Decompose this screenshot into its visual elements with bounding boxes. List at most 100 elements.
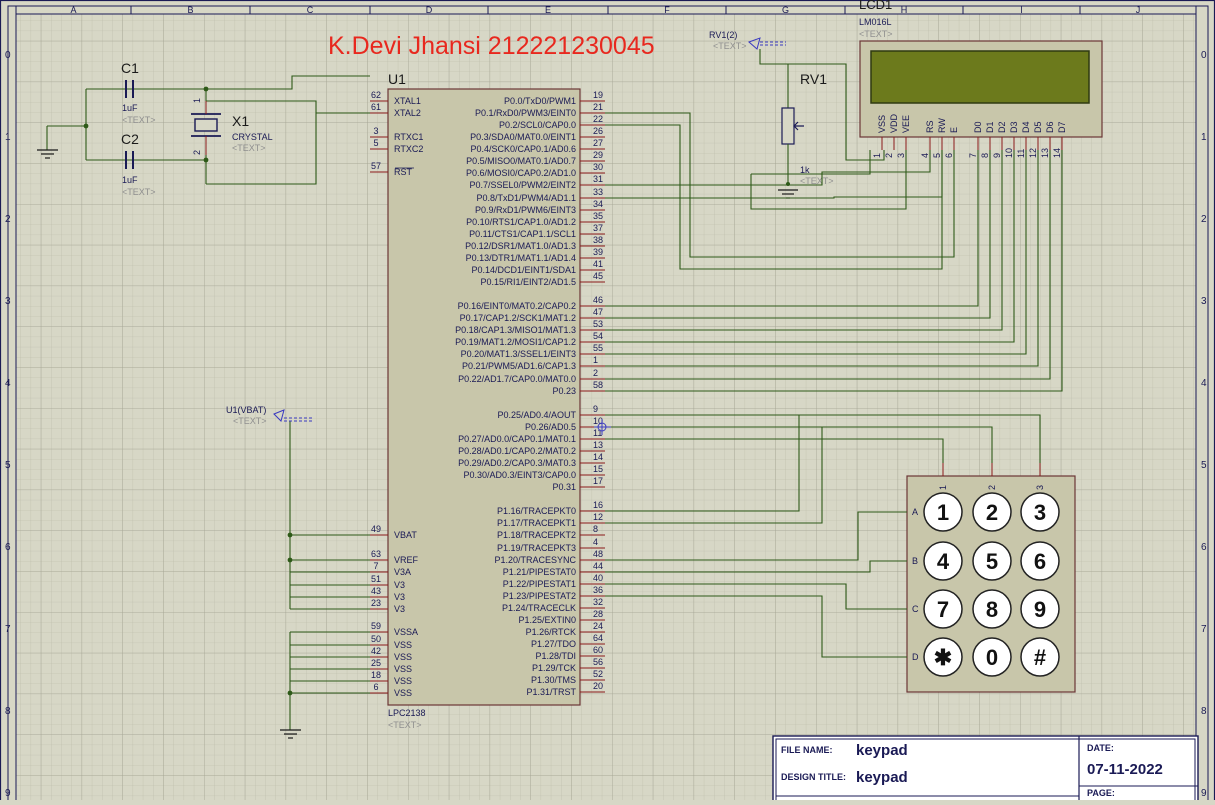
- u1-pin-name: RTXC2: [394, 144, 423, 154]
- u1-pin-name: P0.15/RI1/EINT2/AD1.5: [480, 277, 576, 287]
- u1-part: LPC2138: [388, 708, 426, 718]
- u1-pin-name: P0.25/AD0.4/AOUT: [497, 410, 576, 420]
- lcd-pin-number: 13: [1040, 148, 1050, 158]
- u1-pin-number: 48: [593, 549, 603, 559]
- ruler-row-label: 3: [5, 296, 11, 307]
- lcd-part: LM016L: [859, 17, 892, 27]
- keypad-key[interactable]: 9: [1021, 590, 1059, 628]
- u1-pin-name: VBAT: [394, 530, 417, 540]
- u1-pin-name: P0.17/CAP1.2/SCK1/MAT1.2: [460, 313, 576, 323]
- keypad-key[interactable]: 2: [973, 493, 1011, 531]
- keypad-key-label: 3: [1034, 500, 1046, 525]
- u1-pin-number: 16: [593, 500, 603, 510]
- keypad-key-label: 5: [986, 549, 998, 574]
- u1-pin-name: VSS: [394, 676, 412, 686]
- u1-pin-name: P0.9/RxD1/PWM6/EINT3: [475, 205, 576, 215]
- ruler-row-label: 3: [1201, 296, 1207, 307]
- ruler-row-label: 2: [1201, 214, 1207, 225]
- x1-ref: X1: [232, 113, 249, 129]
- u1-pin-name: VSS: [394, 652, 412, 662]
- lcd-pin-name: VEE: [901, 115, 911, 133]
- keypad-key[interactable]: 3: [1021, 493, 1059, 531]
- u1-pin-number: 61: [371, 102, 381, 112]
- keypad-key-label: 1: [937, 500, 949, 525]
- schematic-canvas[interactable]: ABCDEFGHIJK 00112233445566778899 K.Devi …: [0, 0, 1215, 800]
- u1-pin-name: P1.23/PIPESTAT2: [503, 591, 576, 601]
- keypad-key[interactable]: 5: [973, 542, 1011, 580]
- u1-pin-name: VREF: [394, 555, 419, 565]
- u1-pin-name: P0.10/RTS1/CAP1.0/AD1.2: [466, 217, 576, 227]
- u1-pin-name: V3: [394, 604, 405, 614]
- u1-pin-number: 29: [593, 150, 603, 160]
- u1-pin-name: P0.1/RxD0/PWM3/EINT0: [475, 108, 576, 118]
- file-name-value: keypad: [856, 742, 908, 759]
- u1-pin-number: 50: [371, 634, 381, 644]
- ruler-col-label: D: [426, 5, 433, 15]
- ruler-col-label: G: [782, 5, 789, 15]
- c1-value: 1uF: [122, 103, 138, 113]
- u1-pin-name: P1.20/TRACESYNC: [494, 555, 576, 565]
- keypad-key[interactable]: 8: [973, 590, 1011, 628]
- u1-pin-number: 45: [593, 271, 603, 281]
- u1-pin-name: VSS: [394, 688, 412, 698]
- keypad-key[interactable]: 1: [924, 493, 962, 531]
- u1-pin-number: 35: [593, 211, 603, 221]
- u1-pin-number: 13: [593, 440, 603, 450]
- u1-pin-name: VSS: [394, 640, 412, 650]
- u1-pin-name: P0.16/EINT0/MAT0.2/CAP0.2: [458, 301, 576, 311]
- u1-pin-name: VSSA: [394, 627, 418, 637]
- u1-pin-number: 23: [371, 598, 381, 608]
- ruler-row-label: 2: [5, 214, 11, 225]
- keypad-row-label: D: [912, 652, 919, 662]
- keypad-3x4[interactable]: 123456789✱0# ABCD123: [905, 463, 1075, 692]
- x1-value: CRYSTAL: [232, 132, 273, 142]
- u1-pin-name: P1.21/PIPESTAT0: [503, 567, 576, 577]
- keypad-key[interactable]: #: [1021, 638, 1059, 676]
- ruler-row-label: 9: [1201, 788, 1207, 799]
- lcd-pin-number: 5: [932, 153, 942, 158]
- ruler-row-label: 5: [5, 460, 11, 471]
- u1-pin-number: 53: [593, 319, 603, 329]
- keypad-key[interactable]: ✱: [924, 638, 962, 676]
- u1-pin-number: 32: [593, 597, 603, 607]
- title-block[interactable]: FILE NAME: keypad DESIGN TITLE: keypad D…: [773, 736, 1198, 800]
- ruler-row-label: 1: [5, 132, 11, 143]
- u1-pin-number: 33: [593, 187, 603, 197]
- u1-pin-number: 57: [371, 161, 381, 171]
- u1-pin-number: 64: [593, 633, 603, 643]
- vbat-probe-label: U1(VBAT): [226, 405, 266, 415]
- sheet-title: K.Devi Jhansi 212221230045: [328, 32, 655, 60]
- u1-pin-number: 52: [593, 669, 603, 679]
- ruler-row-label: 4: [1201, 378, 1207, 389]
- keypad-col-label: 3: [1035, 485, 1045, 490]
- keypad-row-label: A: [912, 507, 918, 517]
- u1-pin-name: P1.27/TDO: [531, 639, 576, 649]
- keypad-col-label: 1: [938, 485, 948, 490]
- u1-pin-name: P1.30/TMS: [531, 675, 576, 685]
- u1-pin-number: 25: [371, 658, 381, 668]
- u1-pin-name: P1.24/TRACECLK: [502, 603, 576, 613]
- lcd-pin-number: 6: [944, 153, 954, 158]
- u1-pin-name: VSS: [394, 664, 412, 674]
- microcontroller-u1[interactable]: U1 LPC2138 <TEXT> 62XTAL161XTAL23RTXC15R…: [370, 71, 605, 730]
- u1-pin-number: 15: [593, 464, 603, 474]
- u1-pin-number: 12: [593, 512, 603, 522]
- keypad-key[interactable]: 6: [1021, 542, 1059, 580]
- u1-pin-name: P0.0/TxD0/PWM1: [504, 96, 576, 106]
- u1-pin-name: P1.28/TDI: [535, 651, 576, 661]
- u1-pin-name: V3: [394, 580, 405, 590]
- schematic-sheet[interactable]: ABCDEFGHIJK 00112233445566778899 K.Devi …: [0, 0, 1215, 800]
- ruler-col-label: I: [1020, 5, 1023, 15]
- u1-pin-number: 63: [371, 549, 381, 559]
- vbat-probe-text: <TEXT>: [233, 416, 267, 426]
- u1-pin-number: 36: [593, 585, 603, 595]
- lcd-pin-name: D4: [1021, 121, 1031, 133]
- keypad-key[interactable]: 0: [973, 638, 1011, 676]
- keypad-key[interactable]: 7: [924, 590, 962, 628]
- u1-pin-number: 20: [593, 681, 603, 691]
- keypad-key[interactable]: 4: [924, 542, 962, 580]
- date-value: 07-11-2022: [1087, 761, 1163, 778]
- u1-pin-number: 4: [593, 537, 598, 547]
- lcd-pin-name: D3: [1009, 121, 1019, 133]
- keypad-key-label: 6: [1034, 549, 1046, 574]
